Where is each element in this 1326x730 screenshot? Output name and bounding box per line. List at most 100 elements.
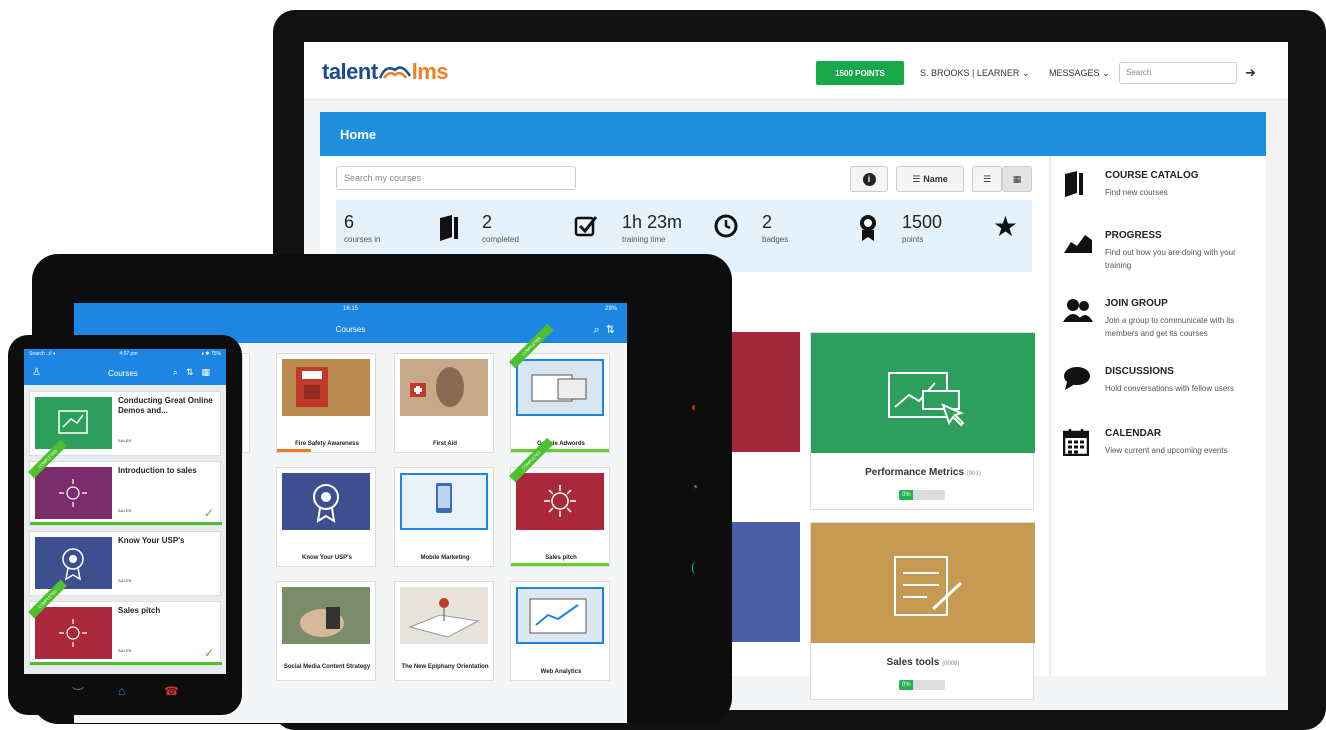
phone-course-item[interactable]: COMPLETED Introduction to sales SALES ✓ — [28, 439, 222, 526]
user-menu[interactable]: S. BROOKS | LEARNER ⌄ — [920, 68, 1029, 79]
tablet-battery: 29% — [604, 306, 617, 312]
course-name: Know Your USP's — [302, 555, 352, 561]
phone-hangup-icon: ☎ — [164, 684, 179, 698]
course-thumbnail — [811, 333, 1035, 453]
sidebar-item-title: PROGRESS — [1105, 230, 1162, 241]
sidebar-item-join-group[interactable]: JOIN GROUP Join a group to communicate w… — [1063, 298, 1259, 358]
tablet-call-icon: ( — [691, 560, 695, 574]
sales-tools-icon — [894, 556, 963, 616]
stat-completed: 2 completed — [482, 212, 612, 260]
tablet-time: 16:15 — [342, 306, 358, 312]
sidebar-item-progress[interactable]: PROGRESS Find out how you are doing with… — [1063, 230, 1259, 290]
course-progress — [511, 563, 609, 566]
phone-screen: Search ..ıl ♦ 4:07 pm ♦ ✱ 75% ♙ Courses … — [24, 349, 226, 674]
page-title: Home — [320, 112, 1266, 156]
progress-label: 0% — [902, 492, 911, 498]
course-category: SALES — [118, 648, 132, 653]
course-tile[interactable]: Social Media Content Strategy — [276, 581, 376, 681]
course-title[interactable]: Sales tools (0008) — [811, 657, 1035, 668]
course-tile[interactable]: First Aid — [394, 353, 494, 453]
course-title: Conducting Great Online Demos and... — [118, 396, 213, 415]
list-view-button[interactable]: ☰ — [972, 166, 1002, 192]
header-search-input[interactable]: Search — [1119, 62, 1237, 84]
clock-icon — [714, 214, 738, 245]
sort-label: Name — [923, 174, 948, 184]
sidebar-item-desc: Find new courses — [1105, 188, 1168, 197]
sidebar-item-title: COURSE CATALOG — [1105, 170, 1199, 181]
user-icon[interactable]: ♙ — [32, 367, 41, 378]
search-icon[interactable]: ⌕ — [173, 367, 186, 377]
phone-call-icon: ︶ — [72, 686, 85, 700]
list-icon: ☰ — [982, 173, 992, 184]
course-name: Fire Safety Awareness — [295, 441, 359, 447]
course-name: The New Epiphany Orientation — [401, 664, 489, 670]
tablet-header-icons: ⌕ ⇅ — [593, 323, 615, 337]
messages-menu[interactable]: MESSAGES ⌄ — [1049, 68, 1110, 79]
course-tile[interactable] — [242, 353, 250, 453]
course-tile[interactable]: Mobile Marketing — [394, 467, 494, 567]
phone-course-item[interactable]: COMPLETED Sales pitch SALES ✓ — [28, 579, 222, 666]
logo-text-lms: lms — [411, 59, 449, 84]
sign-out-icon[interactable]: ➜ — [1245, 65, 1256, 81]
phone-status-bar: Search ..ıl ♦ 4:07 pm ♦ ✱ 75% — [29, 351, 221, 357]
course-name: Google Adwords — [537, 441, 585, 447]
course-category: SALES — [118, 578, 132, 583]
grid-icon[interactable]: ▦ — [201, 367, 218, 377]
course-name: First Aid — [432, 441, 458, 447]
sort-name-button[interactable]: ☰ Name — [896, 166, 964, 192]
course-thumbnail — [35, 607, 112, 659]
phone-carrier: Search ..ıl ♦ — [29, 351, 56, 357]
grid-view-button[interactable]: ▦ — [1002, 166, 1032, 192]
talentlms-logo[interactable]: talent lms — [322, 59, 449, 85]
performance-chart-icon — [888, 372, 965, 427]
course-tile[interactable]: Web Analytics — [510, 581, 610, 681]
sidebar-item-desc: Join a group to communicate with its mem… — [1105, 316, 1235, 338]
stat-badges: 2 badges — [762, 212, 892, 260]
course-name: Social Media Content Strategy — [283, 664, 371, 670]
course-tile[interactable]: Know Your USP's — [276, 467, 376, 567]
course-tile[interactable]: The New Epiphany Orientation — [394, 581, 494, 681]
sort-icon[interactable]: ⇅ — [186, 367, 202, 377]
course-card[interactable]: Sales tools (0008) 0% — [810, 522, 1035, 700]
sidebar-item-desc: View current and upcoming events — [1105, 446, 1228, 455]
sidebar-item-title: DISCUSSIONS — [1105, 366, 1174, 377]
sidebar-item-course-catalog[interactable]: COURSE CATALOG Find new courses — [1063, 170, 1259, 220]
progress-label: 0% — [902, 682, 911, 688]
course-card[interactable]: Performance Metrics (001) 0% — [810, 332, 1035, 510]
course-tile[interactable]: COMPLETED Sales pitch — [509, 437, 610, 567]
info-button[interactable]: i — [850, 166, 888, 192]
stat-courses: 6 courses in — [344, 212, 474, 260]
sort-icon[interactable]: ⇅ — [606, 324, 615, 336]
course-title: Introduction to sales — [118, 466, 197, 475]
sidebar-item-discussions[interactable]: DISCUSSIONS Hold conversations with fell… — [1063, 366, 1259, 416]
course-thumbnail — [35, 397, 112, 449]
course-tile[interactable]: Fire Safety Awareness — [276, 353, 376, 453]
progress-fill: 0% — [899, 680, 913, 690]
course-thumbnail — [400, 473, 488, 530]
course-progress — [30, 522, 222, 525]
course-thumbnail — [35, 467, 112, 519]
course-thumbnail — [282, 473, 370, 530]
search-icon[interactable]: ⌕ — [593, 324, 599, 336]
course-code: (0008) — [942, 661, 960, 667]
book-icon — [1063, 170, 1091, 198]
course-card-image[interactable] — [720, 332, 800, 452]
phone-header: Search ..ıl ♦ 4:07 pm ♦ ✱ 75% ♙ Courses … — [24, 349, 226, 385]
course-search-input[interactable]: Search my courses — [336, 166, 576, 190]
phone-battery: ♦ ✱ 75% — [201, 351, 221, 357]
course-title: Know Your USP's — [118, 536, 185, 545]
course-card-image[interactable] — [720, 522, 800, 642]
course-progress — [511, 449, 609, 452]
sidebar-item-calendar[interactable]: CALENDAR View current and upcoming event… — [1062, 428, 1259, 478]
phone-title: Courses — [108, 369, 138, 378]
award-icon — [858, 214, 878, 249]
course-tile[interactable]: COMPLETED Google Adwords — [509, 323, 610, 453]
sidebar-item-title: JOIN GROUP — [1105, 298, 1168, 309]
cloud-icon — [378, 66, 411, 79]
logo-text-talent: talent — [322, 59, 378, 84]
grid-icon: ▦ — [1012, 173, 1022, 184]
points-button[interactable]: 1500 POINTS — [816, 61, 904, 85]
chart-icon — [1063, 230, 1092, 258]
course-name: Mobile Marketing — [420, 555, 470, 561]
course-title[interactable]: Performance Metrics (001) — [811, 467, 1035, 478]
